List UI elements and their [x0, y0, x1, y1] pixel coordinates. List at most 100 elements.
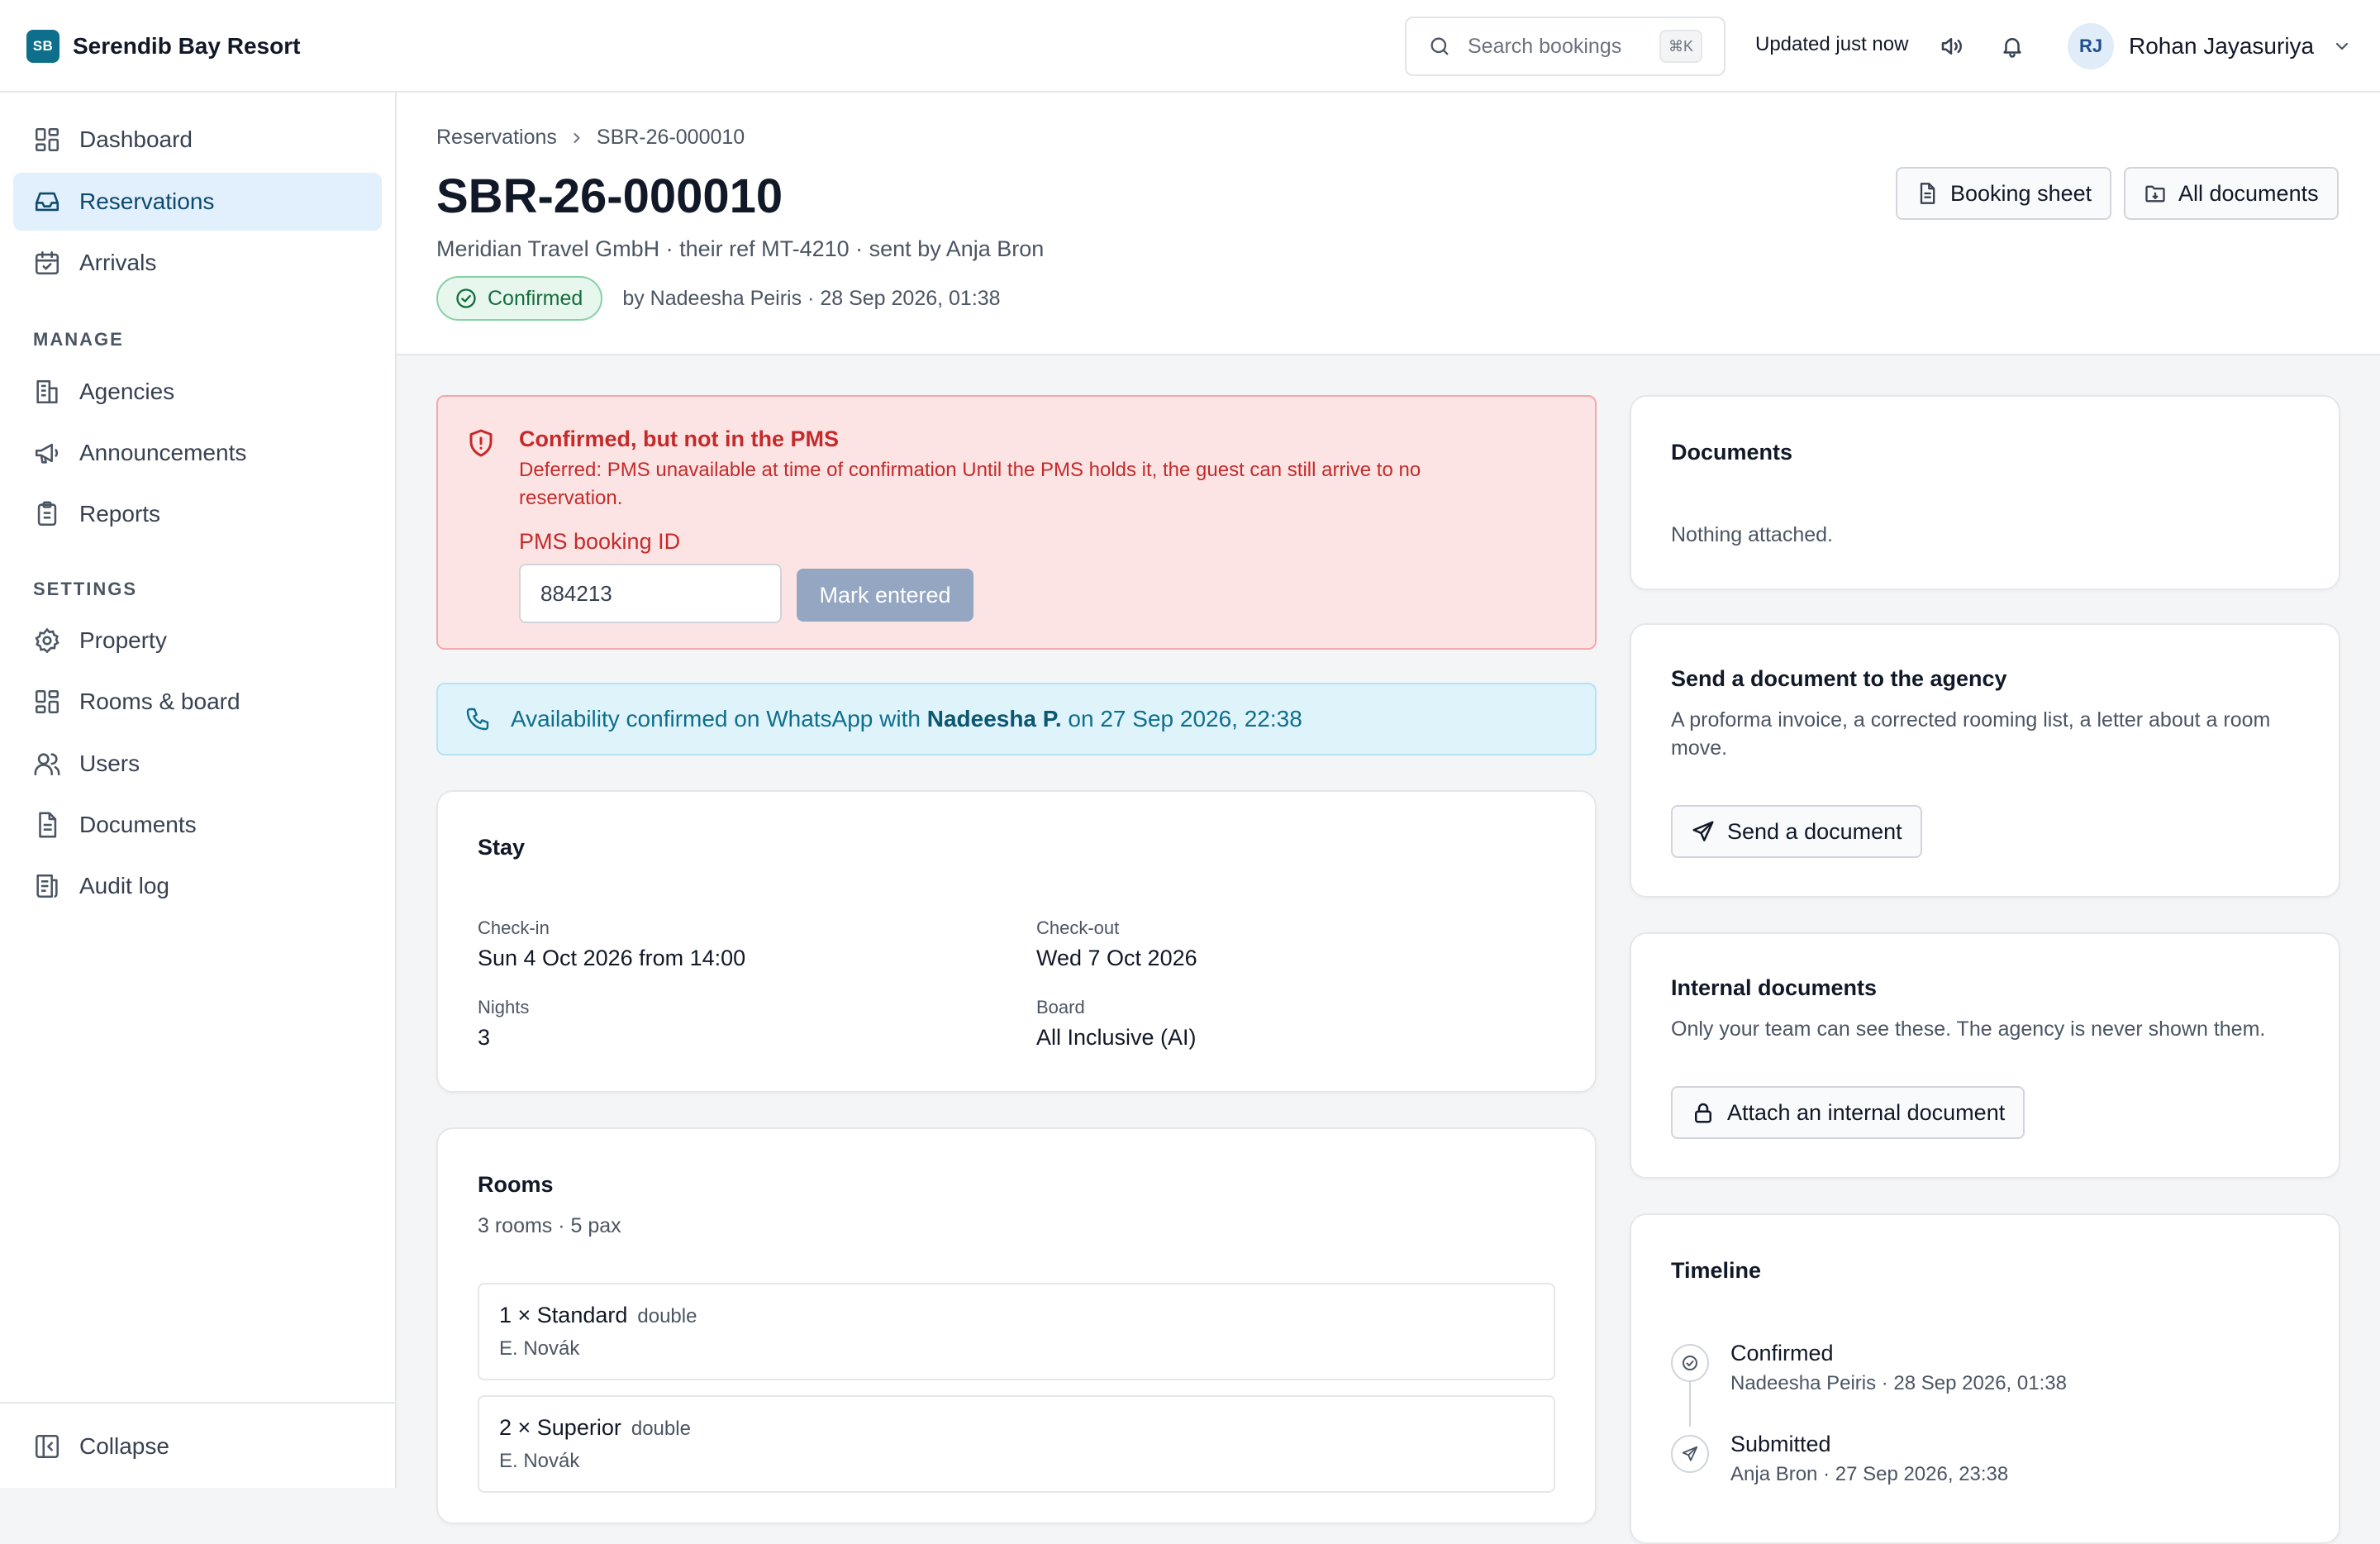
brand[interactable]: SB Serendib Bay Resort: [26, 30, 300, 63]
documents-empty: Nothing attached.: [1671, 523, 1833, 546]
sidebar-item-audit-log[interactable]: Audit log: [13, 857, 382, 915]
room-guest: E. Novák: [499, 1450, 580, 1472]
alert-body: Deferred: PMS unavailable at time of con…: [519, 459, 1421, 509]
sidebar-item-reservations[interactable]: Reservations: [13, 173, 382, 231]
timeline-event-meta: Nadeesha Peiris · 28 Sep 2026, 01:38: [1730, 1372, 2067, 1394]
clipboard-icon: [33, 500, 61, 528]
send-document-label: Send a document: [1727, 818, 1902, 844]
user-menu[interactable]: RJ Rohan Jayasuriya: [2068, 23, 2352, 69]
collapse-label: Collapse: [79, 1433, 169, 1459]
sidebar-item-label: Reservations: [79, 188, 215, 214]
room-type: double: [631, 1418, 691, 1440]
send-document-button[interactable]: Send a document: [1671, 805, 1922, 858]
search-input[interactable]: Search bookings ⌘K: [1405, 17, 1726, 76]
availability-text: Availability confirmed on WhatsApp with …: [511, 706, 1302, 732]
sidebar-item-agencies[interactable]: Agencies: [13, 363, 382, 421]
availability-name: Nadeesha P.: [926, 706, 1062, 731]
sidebar-item-label: Documents: [79, 812, 197, 837]
stay-title: Stay: [478, 835, 526, 860]
folder-icon: [2144, 182, 2167, 205]
room-name-text: 1 × Standard: [499, 1303, 628, 1327]
pms-id-input[interactable]: [519, 564, 782, 623]
sidebar-item-label: Audit log: [79, 873, 169, 898]
search-shortcut: ⌘K: [1659, 30, 1702, 63]
megaphone-icon: [33, 439, 61, 467]
user-name: Rohan Jayasuriya: [2129, 33, 2315, 59]
inbox-icon: [33, 188, 61, 216]
room-name: 2 × Superior double: [499, 1415, 691, 1441]
page-subtitle: Meridian Travel GmbH · their ref MT-4210…: [436, 236, 1045, 261]
collapse-icon: [33, 1432, 61, 1461]
breadcrumb-link-reservations[interactable]: Reservations: [436, 126, 557, 150]
sidebar-item-arrivals[interactable]: Arrivals: [13, 234, 382, 292]
room-type: double: [637, 1305, 697, 1327]
chevron-down-icon: [2332, 36, 2352, 56]
internal-documents-desc: Only your team can see these. The agency…: [1671, 1017, 2266, 1041]
timeline-event-meta: Anja Bron · 27 Sep 2026, 23:38: [1730, 1463, 2009, 1485]
grid-icon: [33, 688, 61, 716]
sidebar-item-label: Rooms & board: [79, 689, 240, 714]
nights-label: Nights: [478, 997, 530, 1017]
timeline-event-title: Submitted: [1730, 1432, 1831, 1456]
timeline-card: Timeline Confirmed Nadeesha Peiris · 28 …: [1630, 1213, 2340, 1544]
checkin-label: Check-in: [478, 917, 550, 938]
booking-sheet-button[interactable]: Booking sheet: [1896, 167, 2112, 220]
sidebar-item-users[interactable]: Users: [13, 735, 382, 793]
sidebar-item-documents[interactable]: Documents: [13, 796, 382, 854]
building-icon: [33, 378, 61, 406]
board-label: Board: [1036, 997, 1085, 1017]
shield-alert-icon: [466, 428, 496, 458]
check-circle-icon: [455, 287, 478, 310]
status-badge: Confirmed: [436, 276, 603, 321]
top-bar: SB Serendib Bay Resort Search bookings ⌘…: [0, 0, 2380, 93]
page-header: Reservations SBR-26-000010 SBR-26-000010…: [397, 93, 2380, 355]
documents-card: Documents Nothing attached.: [1630, 395, 2340, 590]
sidebar-item-label: Reports: [79, 501, 161, 527]
sidebar-item-dashboard[interactable]: Dashboard: [13, 111, 382, 169]
sidebar-section-settings: SETTINGS: [33, 579, 138, 599]
status-row: Confirmed by Nadeesha Peiris · 28 Sep 20…: [436, 276, 1001, 321]
avatar: RJ: [2068, 23, 2114, 69]
chevron-right-icon: [569, 130, 585, 146]
board-value: All Inclusive (AI): [1036, 1025, 1197, 1050]
dashboard-icon: [33, 126, 61, 154]
calendar-icon: [33, 249, 61, 277]
bell-icon[interactable]: [1997, 31, 2028, 62]
booking-sheet-label: Booking sheet: [1950, 180, 2092, 206]
updated-status: Updated just now: [1755, 33, 1909, 55]
sidebar-item-rooms-board[interactable]: Rooms & board: [13, 673, 382, 731]
room-guest: E. Novák: [499, 1337, 580, 1360]
speaker-icon[interactable]: [1935, 31, 1967, 62]
sidebar-item-label: Arrivals: [79, 250, 157, 275]
send-icon: [1671, 1435, 1709, 1473]
send-document-card: Send a document to the agency A proforma…: [1630, 623, 2340, 898]
collapse-button[interactable]: Collapse: [13, 1418, 382, 1475]
log-icon: [33, 872, 61, 900]
gear-icon: [33, 627, 61, 655]
sidebar-item-property[interactable]: Property: [13, 612, 382, 670]
check-circle-icon: [1671, 1344, 1709, 1382]
room-name: 1 × Standard double: [499, 1303, 697, 1328]
mark-entered-button[interactable]: Mark entered: [797, 569, 973, 622]
sidebar-item-announcements[interactable]: Announcements: [13, 424, 382, 482]
all-documents-button[interactable]: All documents: [2124, 167, 2339, 220]
alert-title: Confirmed, but not in the PMS: [519, 427, 839, 451]
page-title: SBR-26-000010: [436, 169, 783, 223]
timeline-title: Timeline: [1671, 1258, 1762, 1283]
nights-value: 3: [478, 1025, 491, 1050]
document-icon: [1916, 182, 1939, 205]
attach-internal-document-button[interactable]: Attach an internal document: [1671, 1086, 2025, 1139]
sidebar-item-label: Property: [79, 627, 167, 653]
room-name-text: 2 × Superior: [499, 1415, 621, 1440]
sidebar-item-label: Dashboard: [79, 126, 193, 152]
list-item[interactable]: 1 × Standard double E. Novák: [478, 1283, 1555, 1380]
brand-logo: SB: [26, 30, 60, 63]
pms-id-label: PMS booking ID: [519, 529, 681, 554]
checkin-value: Sun 4 Oct 2026 from 14:00: [478, 946, 746, 970]
users-icon: [33, 750, 61, 778]
sidebar-item-reports[interactable]: Reports: [13, 485, 382, 543]
availability-banner: Availability confirmed on WhatsApp with …: [436, 683, 1597, 755]
stay-card: Stay Check-in Sun 4 Oct 2026 from 14:00 …: [436, 790, 1597, 1093]
list-item[interactable]: 2 × Superior double E. Novák: [478, 1395, 1555, 1493]
timeline-event-title: Confirmed: [1730, 1341, 1834, 1365]
